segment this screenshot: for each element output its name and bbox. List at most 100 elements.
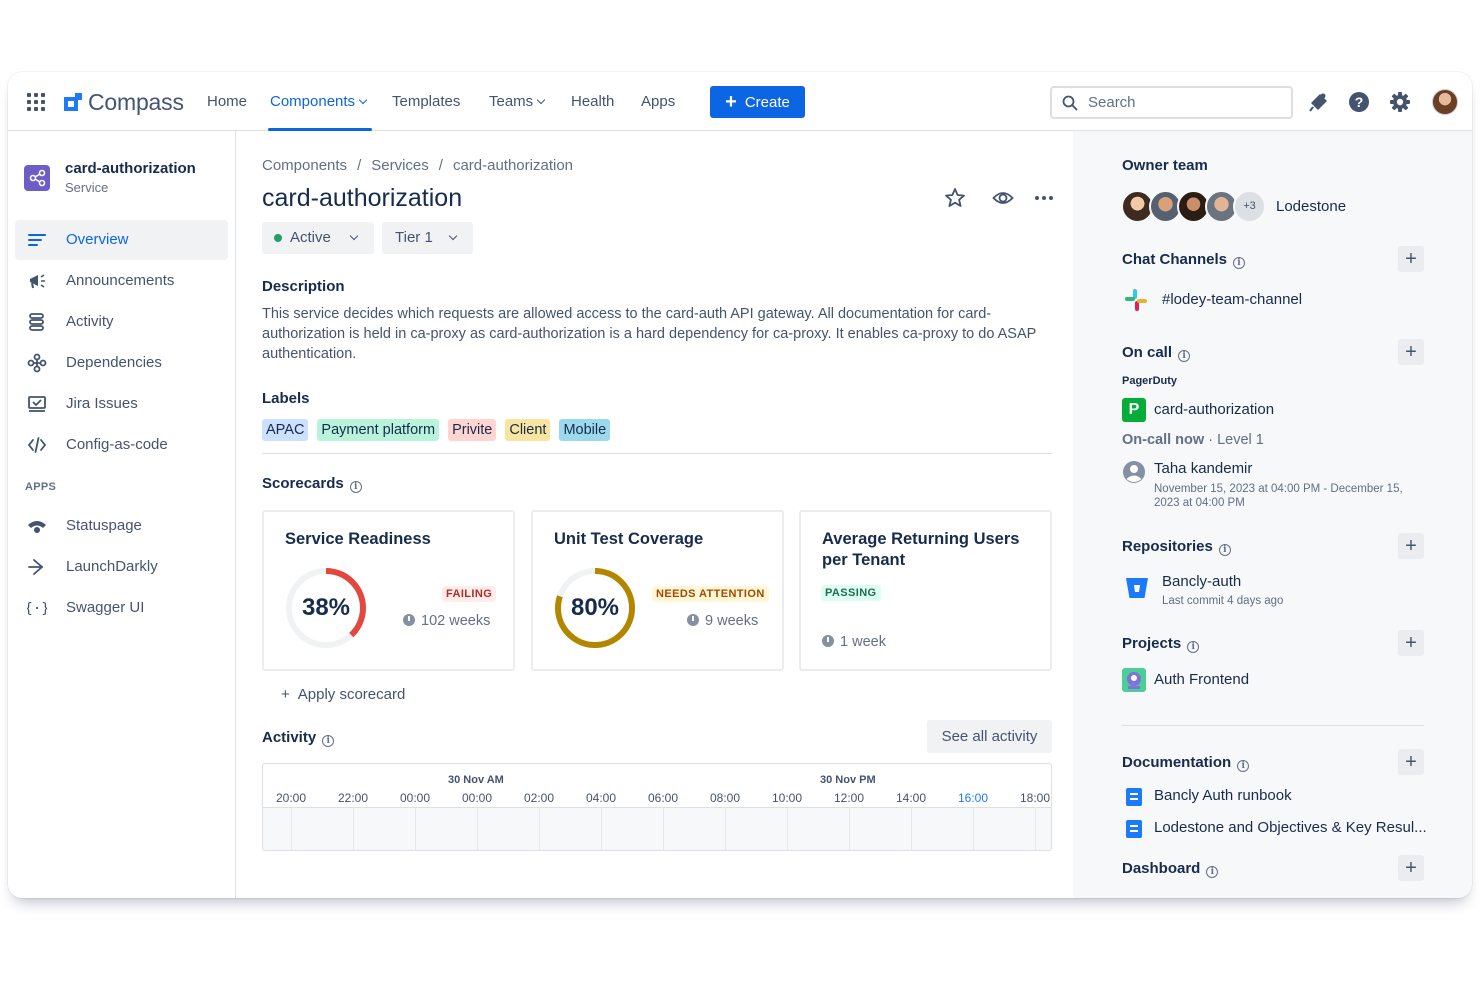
label-tag[interactable]: APAC [262, 419, 309, 441]
add-chat-channel-button[interactable]: + [1398, 246, 1424, 272]
sidebar-item-swagger-ui[interactable]: {·} Swagger UI [15, 588, 228, 628]
documentation-heading: Documentation i [1122, 754, 1250, 772]
service-component-icon [24, 165, 50, 191]
compass-logo-icon [64, 93, 82, 111]
chat-channels-heading-label: Chat Channels [1122, 251, 1228, 268]
info-icon[interactable]: i [349, 481, 362, 493]
search-input[interactable]: Search [1050, 86, 1293, 119]
clock-icon [687, 614, 699, 626]
avatar[interactable] [1432, 89, 1458, 115]
info-icon[interactable]: i [322, 735, 335, 747]
info-icon[interactable]: i [1218, 544, 1231, 556]
score-percent: 38% [301, 594, 351, 621]
nav-apps[interactable]: Apps [641, 92, 675, 112]
nav-components[interactable]: Components [270, 92, 368, 112]
scorecard-time-value: 1 week [840, 634, 886, 650]
more-members-badge[interactable]: +3 [1233, 190, 1266, 223]
apps-grid-icon[interactable] [27, 93, 45, 111]
on-call-heading-label: On call [1122, 344, 1173, 361]
documentation-link[interactable]: Lodestone and Objectives & Key Resul... [1154, 819, 1427, 836]
section-divider [1122, 725, 1424, 726]
info-icon[interactable]: i [1206, 866, 1219, 878]
timeline-hour-label: 12:00 [834, 791, 865, 805]
label-tag[interactable]: Privite [448, 419, 497, 441]
repositories-heading: Repositories i [1122, 538, 1231, 556]
component-name: card-authorization [65, 160, 196, 177]
repository-link[interactable]: Bancly-auth [1162, 573, 1241, 590]
info-icon[interactable]: i [1187, 641, 1200, 653]
sidebar-item-activity[interactable]: Activity [15, 302, 228, 342]
scorecard-time: 9 weeks [687, 613, 758, 629]
timeline-gridline [477, 807, 478, 850]
sidebar-item-dependencies[interactable]: Dependencies [15, 343, 228, 383]
nav-components-label: Components [270, 93, 356, 110]
logo-text: Compass [88, 88, 184, 115]
tier-dropdown[interactable]: Tier 1 [382, 222, 473, 254]
activity-timeline[interactable]: 30 Nov AM 30 Nov PM 20:00 22:00 00:00 00:00… [262, 763, 1052, 851]
sidebar-item-jira-issues[interactable]: Jira Issues [15, 384, 228, 424]
add-documentation-button[interactable]: + [1398, 749, 1424, 775]
star-icon[interactable] [944, 187, 966, 209]
nav-home[interactable]: Home [207, 92, 247, 112]
status-dropdown[interactable]: Active [262, 222, 374, 254]
scorecard-unit-test-coverage[interactable]: Unit Test Coverage 80% NEEDS ATTENTION 9… [531, 510, 784, 671]
create-button[interactable]: + Create [710, 86, 805, 118]
clock-icon [822, 635, 834, 647]
nav-health[interactable]: Health [571, 92, 614, 112]
search-icon [1062, 95, 1078, 110]
notifications-icon[interactable] [1308, 91, 1330, 113]
nav-templates[interactable]: Templates [392, 92, 460, 112]
sidebar-item-config-as-code[interactable]: Config-as-code [15, 425, 228, 465]
scorecard-service-readiness[interactable]: Service Readiness 38% FAILING 102 weeks [262, 510, 515, 671]
sidebar-item-announcements[interactable]: Announcements [15, 261, 228, 301]
sidebar-item-label: Dependencies [66, 354, 162, 371]
help-icon[interactable]: ? [1348, 91, 1370, 113]
settings-icon[interactable] [1389, 91, 1411, 113]
compass-logo[interactable]: Compass [64, 89, 184, 115]
add-repository-button[interactable]: + [1398, 533, 1424, 559]
activity-heading-label: Activity [262, 729, 317, 746]
on-call-person[interactable]: Taha kandemir [1154, 460, 1252, 477]
scorecard-average-returning-users[interactable]: Average Returning Users per Tenant PASSI… [799, 510, 1052, 671]
label-tag[interactable]: Mobile [559, 419, 611, 441]
info-icon[interactable]: i [1233, 257, 1246, 269]
info-icon[interactable]: i [1178, 350, 1191, 362]
nav-teams[interactable]: Teams [489, 92, 546, 112]
jira-issues-icon [28, 396, 46, 412]
timeline-gridline [973, 807, 974, 850]
chat-channel-link[interactable]: #lodey-team-channel [1162, 291, 1302, 308]
on-call-provider: PagerDuty [1122, 375, 1178, 387]
watch-eye-icon[interactable] [992, 187, 1014, 209]
more-actions-icon[interactable] [1033, 187, 1055, 209]
top-navigation: Compass Home Components Templates Teams … [8, 72, 1472, 131]
chat-channels-heading: Chat Channels i [1122, 251, 1246, 269]
add-dashboard-button[interactable]: + [1398, 855, 1424, 881]
timeline-gridline [601, 807, 602, 850]
sidebar-item-label: Config-as-code [66, 436, 168, 453]
sidebar-item-statuspage[interactable]: Statuspage [15, 506, 228, 546]
svg-text:{·}: {·} [27, 601, 47, 617]
status-badge: NEEDS ATTENTION [652, 586, 769, 602]
user-avatar-icon [1123, 461, 1145, 483]
breadcrumb-components[interactable]: Components [262, 157, 347, 174]
sidebar-item-overview[interactable]: Overview [15, 220, 228, 260]
breadcrumb-services[interactable]: Services [371, 157, 429, 174]
add-on-call-button[interactable]: + [1398, 339, 1424, 365]
see-all-activity-button[interactable]: See all activity [927, 720, 1052, 753]
documentation-link[interactable]: Bancly Auth runbook [1154, 787, 1292, 804]
breadcrumb-separator: / [438, 157, 443, 174]
on-call-service-link[interactable]: card-authorization [1154, 401, 1274, 418]
sidebar-item-launchdarkly[interactable]: LaunchDarkly [15, 547, 228, 587]
label-tag[interactable]: Client [505, 419, 551, 441]
breadcrumb-current[interactable]: card-authorization [453, 157, 573, 174]
team-name[interactable]: Lodestone [1276, 198, 1346, 215]
label-tag[interactable]: Payment platform [317, 419, 440, 441]
apply-scorecard-button[interactable]: + Apply scorecard [281, 686, 405, 703]
on-call-level: Level 1 [1217, 432, 1264, 448]
timeline-hour-label: 20:00 [276, 791, 307, 805]
add-project-button[interactable]: + [1398, 630, 1424, 656]
info-icon[interactable]: i [1237, 760, 1250, 772]
chevron-down-icon [448, 231, 458, 241]
project-link[interactable]: Auth Frontend [1154, 671, 1249, 688]
breadcrumb-separator: / [357, 157, 362, 174]
